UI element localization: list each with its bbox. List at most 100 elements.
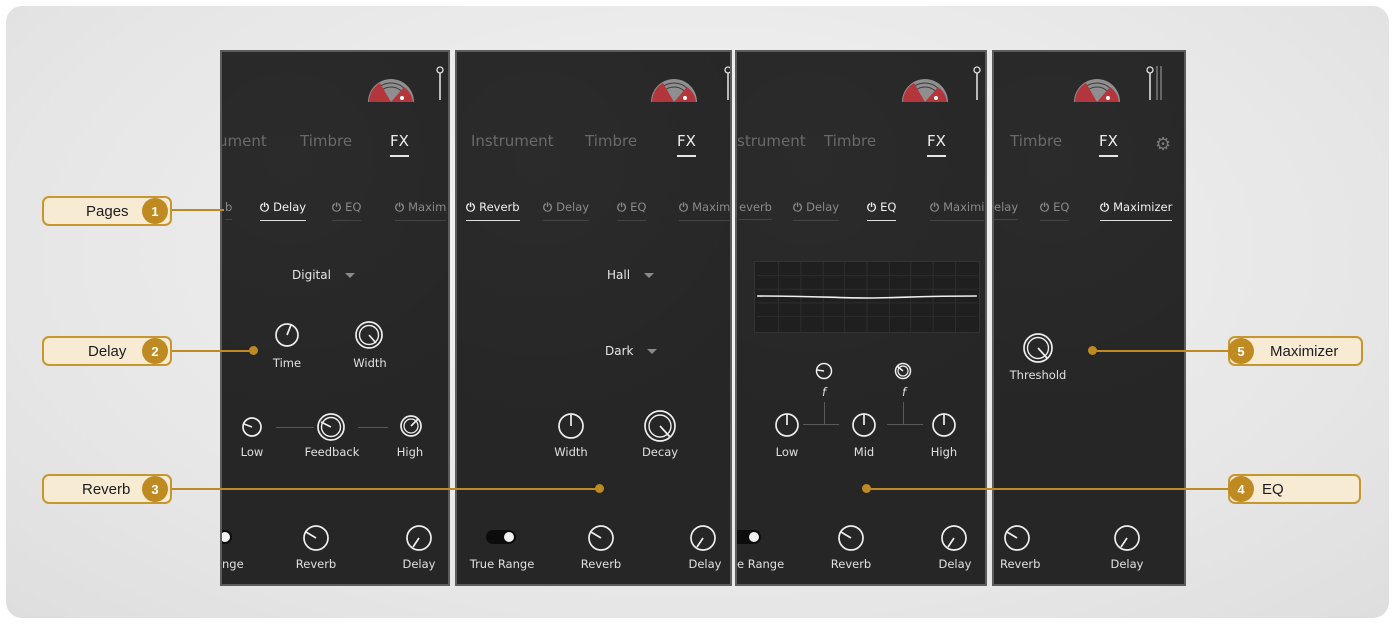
- fx-page-eq[interactable]: ⏻ EQ: [1040, 200, 1070, 221]
- time-knob[interactable]: [274, 322, 300, 348]
- chevron-down-icon: [644, 273, 655, 278]
- fx-page-reverb[interactable]: b: [225, 200, 233, 220]
- true-range-toggle[interactable]: [222, 530, 232, 544]
- tab-instrument[interactable]: ument: [222, 132, 267, 150]
- callout-dot: [595, 484, 604, 493]
- tab-fx[interactable]: FX: [390, 132, 409, 157]
- tab-fx[interactable]: FX: [927, 132, 946, 157]
- reverb-color-dropdown[interactable]: Dark: [605, 344, 658, 358]
- tab-fx[interactable]: FX: [1099, 132, 1118, 157]
- callout-label: Pages: [86, 202, 129, 220]
- connector: [358, 427, 388, 428]
- reverb-type-dropdown[interactable]: Hall: [607, 268, 655, 282]
- fx-page-delay[interactable]: elay: [994, 200, 1019, 220]
- chevron-down-icon: [647, 349, 658, 354]
- fx-page-reverb[interactable]: everb: [739, 200, 772, 220]
- dropdown-value: Dark: [605, 344, 634, 358]
- power-icon[interactable]: ⏻: [867, 200, 876, 214]
- eq-curve-graph[interactable]: [754, 261, 980, 333]
- tab-fx[interactable]: FX: [677, 132, 696, 157]
- fx-page-delay[interactable]: ⏻ Delay: [543, 200, 590, 221]
- reverb-send-knob[interactable]: [1003, 524, 1031, 552]
- level-slider-icon[interactable]: [724, 66, 732, 100]
- gear-icon[interactable]: ⚙: [1155, 134, 1171, 155]
- delay-send-knob[interactable]: [1113, 524, 1141, 552]
- level-slider-icon[interactable]: [436, 66, 444, 100]
- fx-page-delay[interactable]: ⏻ Delay: [793, 200, 840, 221]
- reverb-send-label: Reverb: [295, 557, 337, 571]
- tab-timbre[interactable]: Timbre: [1010, 132, 1062, 150]
- power-icon[interactable]: ⏻: [930, 200, 939, 214]
- callout-maximizer: 5 Maximizer: [1228, 336, 1363, 366]
- tab-instrument[interactable]: strument: [737, 132, 806, 150]
- connector: [276, 427, 314, 428]
- level-slider-icon[interactable]: [973, 66, 981, 100]
- fx-page-maximizer[interactable]: ⏻ Maximi: [930, 200, 985, 221]
- power-icon[interactable]: ⏻: [679, 200, 688, 214]
- power-icon[interactable]: ⏻: [1040, 200, 1049, 214]
- fx-label: EQ: [345, 200, 362, 214]
- low-knob[interactable]: [774, 412, 800, 438]
- fx-label: everb: [739, 200, 772, 214]
- callout-dot: [862, 484, 871, 493]
- width-knob[interactable]: [557, 412, 585, 440]
- tab-timbre[interactable]: Timbre: [585, 132, 637, 150]
- tab-instrument[interactable]: Instrument: [471, 132, 554, 150]
- power-icon[interactable]: ⏻: [332, 200, 341, 214]
- mid-high-freq-knob[interactable]: [894, 362, 912, 380]
- width-label: Width: [554, 445, 588, 459]
- fx-label: Maximi: [943, 200, 985, 214]
- true-range-label: True Range: [469, 557, 535, 571]
- fx-page-eq[interactable]: ⏻ EQ: [617, 200, 647, 221]
- delay-send-label: Delay: [1110, 557, 1144, 571]
- fx-page-delay[interactable]: ⏻ Delay: [260, 200, 307, 221]
- fx-label: Maxim: [692, 200, 731, 214]
- width-knob[interactable]: [354, 320, 384, 350]
- level-slider-icon[interactable]: [1146, 66, 1164, 100]
- delay-send-knob[interactable]: [405, 524, 433, 552]
- fx-label: Maxim: [408, 200, 447, 214]
- tab-timbre[interactable]: Timbre: [300, 132, 352, 150]
- figure: ument Timbre FX b ⏻ Delay ⏻ EQ ⏻ Maxim Digi…: [0, 0, 1395, 624]
- power-icon[interactable]: ⏻: [260, 200, 269, 214]
- true-range-toggle[interactable]: [486, 530, 516, 544]
- reverb-send-label: Reverb: [1000, 557, 1041, 571]
- delay-mode-dropdown[interactable]: Digital: [292, 268, 355, 282]
- power-icon[interactable]: ⏻: [543, 200, 552, 214]
- mid-knob[interactable]: [851, 412, 877, 438]
- fx-page-maximizer[interactable]: ⏻ Maxim: [395, 200, 447, 221]
- fx-page-eq[interactable]: ⏻ EQ: [867, 200, 897, 221]
- eq-panel: strument Timbre FX everb ⏻ Delay ⏻ EQ ⏻ Max…: [735, 50, 987, 586]
- true-range-toggle[interactable]: [737, 530, 761, 544]
- tab-timbre[interactable]: Timbre: [824, 132, 876, 150]
- power-icon[interactable]: ⏻: [466, 200, 475, 214]
- callout-label: Maximizer: [1270, 342, 1339, 360]
- callout-label: Reverb: [82, 480, 131, 498]
- delay-send-label: Delay: [938, 557, 972, 571]
- power-icon[interactable]: ⏻: [617, 200, 626, 214]
- reverb-send-knob[interactable]: [837, 524, 865, 552]
- delay-send-knob[interactable]: [940, 524, 968, 552]
- fx-page-reverb[interactable]: ⏻ Reverb: [466, 200, 520, 221]
- fx-label: EQ: [630, 200, 647, 214]
- reverb-send-knob[interactable]: [587, 524, 615, 552]
- power-icon[interactable]: ⏻: [1100, 200, 1109, 214]
- power-icon[interactable]: ⏻: [793, 200, 802, 214]
- feedback-knob[interactable]: [316, 412, 346, 442]
- fx-page-maximizer[interactable]: ⏻ Maxim: [679, 200, 730, 221]
- high-knob[interactable]: [931, 412, 957, 438]
- callout-eq: 4 EQ: [1228, 474, 1361, 504]
- reverb-send-knob[interactable]: [302, 524, 330, 552]
- fx-label: Delay: [556, 200, 590, 214]
- low-mid-freq-knob[interactable]: [815, 362, 833, 380]
- threshold-knob[interactable]: [1022, 332, 1054, 364]
- power-icon[interactable]: ⏻: [395, 200, 404, 214]
- fx-page-eq[interactable]: ⏻ EQ: [332, 200, 362, 221]
- decay-knob[interactable]: [643, 409, 677, 443]
- fx-page-maximizer[interactable]: ⏻ Maximizer: [1100, 200, 1173, 221]
- delay-send-knob[interactable]: [689, 524, 717, 552]
- low-knob[interactable]: [241, 416, 263, 438]
- active-underline: [1099, 155, 1118, 157]
- high-knob[interactable]: [399, 414, 423, 438]
- gauge-logo-icon: [368, 79, 414, 102]
